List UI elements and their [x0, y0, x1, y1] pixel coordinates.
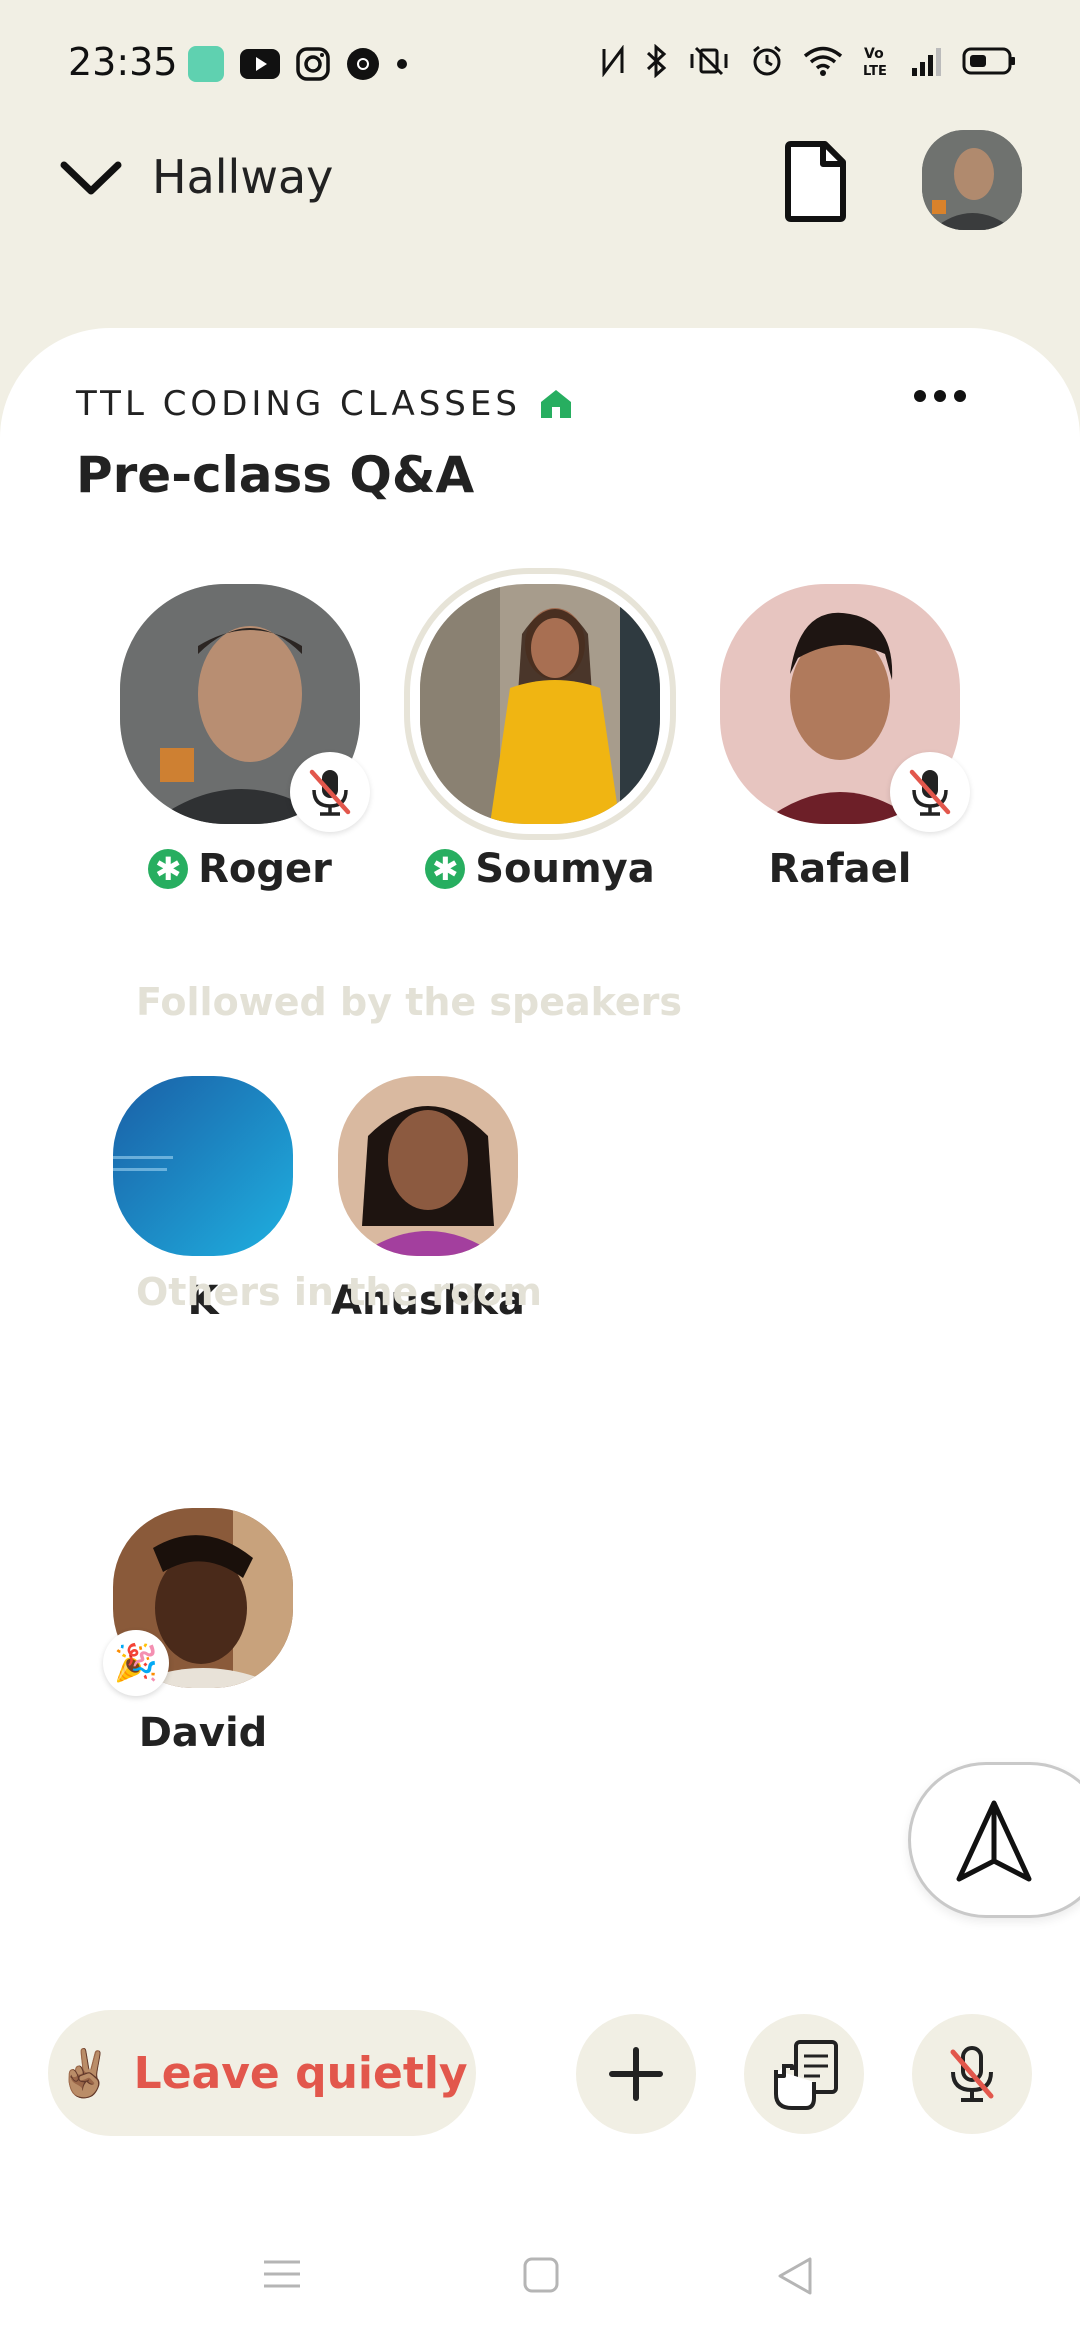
speaker-photo: [420, 584, 660, 824]
plus-icon: [609, 2047, 663, 2101]
alarm-icon: [753, 45, 781, 76]
speaker-tile[interactable]: Rafael: [710, 584, 970, 892]
profile-avatar[interactable]: [922, 130, 1022, 230]
more-options-button[interactable]: [912, 388, 968, 408]
speaker-name-row: ✱ Soumya: [410, 846, 670, 892]
avatar: [120, 584, 370, 832]
hallway-button[interactable]: Hallway: [60, 150, 333, 204]
battery-icon: [962, 47, 1015, 75]
status-time: 23:35: [68, 40, 178, 84]
mic-off-icon: [309, 769, 351, 816]
avatar: [720, 584, 970, 832]
status-system-icons: Vo LTE: [600, 44, 1016, 78]
speaker-tile[interactable]: ✱ Roger: [110, 584, 370, 892]
raise-hand-button[interactable]: [744, 2014, 864, 2134]
status-app-icons: [188, 46, 408, 82]
more-dot-icon: [397, 59, 407, 69]
status-bar: 23:35 Vo LTE: [0, 0, 1080, 130]
speaker-tile[interactable]: ✱ Soumya: [404, 568, 676, 892]
moderator-icon: ✱: [148, 849, 189, 889]
document-icon: [785, 141, 846, 222]
chrome-icon: [347, 48, 379, 80]
svg-text:LTE: LTE: [863, 64, 887, 78]
hallway-label: Hallway: [152, 150, 334, 204]
party-popper-badge: 🎉: [103, 1630, 169, 1696]
club-row[interactable]: TTL CODING CLASSES: [76, 384, 573, 424]
avatar: 🎉: [103, 1508, 293, 1696]
avatar: [404, 568, 676, 840]
back-triangle-icon: [778, 2257, 812, 2295]
add-button[interactable]: [576, 2014, 696, 2134]
document-button[interactable]: [783, 140, 849, 226]
chat-app-icon: [188, 46, 224, 82]
mic-off-icon: [909, 769, 951, 816]
speaker-name: Soumya: [475, 846, 655, 892]
instagram-icon: [296, 47, 330, 81]
others-section-title: Others in the room: [136, 1270, 542, 1314]
wifi-icon: [803, 46, 843, 76]
speaker-name-row: Rafael: [710, 846, 970, 892]
home-nav-button[interactable]: [522, 2256, 560, 2298]
room-header: Hallway: [0, 130, 1080, 330]
youtube-icon: [240, 49, 280, 79]
followed-section-title: Followed by the speakers: [136, 980, 683, 1024]
bluetooth-icon: [646, 44, 667, 78]
listener-name: David: [138, 1710, 268, 1756]
home-square-icon: [523, 2257, 559, 2293]
menu-nav-button[interactable]: [262, 2256, 302, 2296]
listener-tile[interactable]: 🎉 David: [103, 1508, 303, 1756]
listener-photo: [113, 1076, 293, 1256]
svg-text:Vo: Vo: [864, 46, 884, 62]
back-nav-button[interactable]: [776, 2256, 814, 2300]
club-name: TTL CODING CLASSES: [76, 384, 521, 424]
speaker-name-row: ✱ Roger: [110, 846, 370, 892]
chevron-down-icon: [60, 161, 122, 195]
muted-badge: [890, 752, 970, 832]
listener-photo: [338, 1076, 518, 1256]
system-nav-bar: [0, 2220, 1080, 2340]
vibrate-off-icon: [690, 46, 728, 76]
house-icon: [540, 390, 571, 418]
signal-icon: [912, 48, 941, 76]
room-title: Pre-class Q&A: [76, 446, 475, 504]
speaker-name: Roger: [198, 846, 332, 892]
volte-icon: Vo LTE: [863, 46, 887, 78]
paper-plane-icon: [956, 1800, 1032, 1882]
speaker-name: Rafael: [768, 846, 912, 892]
leave-quietly-button[interactable]: ✌🏽 Leave quietly: [48, 2010, 476, 2136]
microphone-button[interactable]: [912, 2014, 1032, 2134]
ellipsis-icon: [914, 390, 966, 402]
nfc-icon: [602, 45, 624, 77]
muted-badge: [290, 752, 370, 832]
avatar: [338, 1076, 518, 1256]
mic-off-icon: [950, 2046, 994, 2102]
leave-quietly-label: Leave quietly: [133, 2047, 468, 2099]
avatar: [113, 1076, 293, 1256]
moderator-icon: ✱: [425, 849, 466, 889]
profile-photo: [922, 130, 1022, 230]
raise-hand-icon: [774, 2040, 838, 2110]
ping-button[interactable]: [908, 1762, 1080, 1918]
peace-hand-icon: ✌🏽: [56, 2045, 114, 2100]
menu-icon: [264, 2260, 300, 2288]
